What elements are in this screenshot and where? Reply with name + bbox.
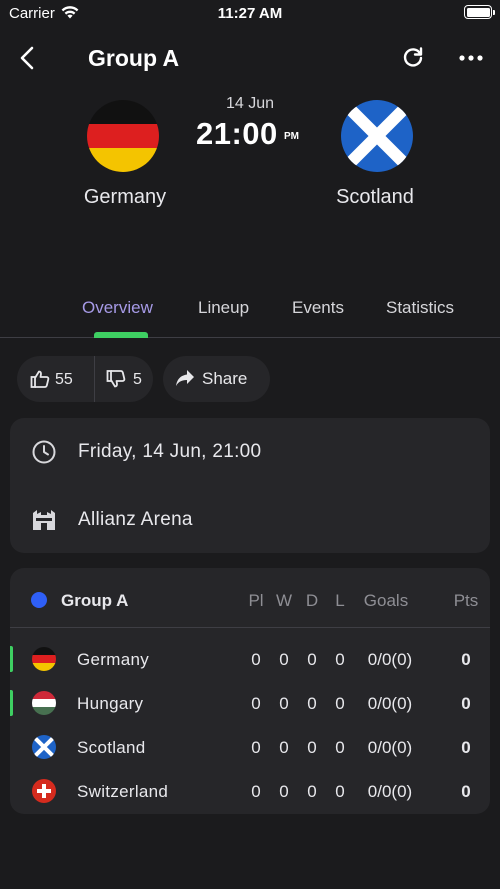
table-row[interactable]: Hungary 0 0 0 0 0/0(0) 0: [10, 683, 490, 727]
scotland-flag-icon: [32, 735, 56, 759]
drawn-value: 0: [307, 694, 317, 713]
points-value: 0: [461, 782, 471, 801]
page-title: Group A: [88, 45, 180, 71]
team-name: Germany: [77, 650, 150, 669]
qualification-marker: [10, 646, 13, 672]
group-label: Group A: [61, 591, 129, 610]
home-team-name[interactable]: Germany: [45, 186, 205, 209]
won-value: 0: [279, 782, 289, 801]
refresh-button[interactable]: [400, 45, 426, 71]
goals-value: 0/0(0): [367, 650, 413, 669]
back-button[interactable]: [14, 44, 42, 72]
refresh-icon: [403, 47, 423, 67]
group-color-dot: [31, 592, 47, 608]
share-button[interactable]: Share: [163, 356, 270, 402]
lost-value: 0: [335, 782, 345, 801]
share-label: Share: [202, 369, 248, 388]
played-value: 0: [251, 782, 261, 801]
qualification-marker: [10, 690, 13, 716]
played-value: 0: [251, 650, 261, 669]
clock: 11:27 AM: [217, 5, 283, 22]
won-value: 0: [279, 694, 289, 713]
tab-bar: Overview Lineup Events Statistics: [0, 290, 500, 338]
goals-value: 0/0(0): [367, 694, 413, 713]
points-value: 0: [461, 694, 471, 713]
hungary-flag-icon: [32, 691, 56, 715]
drawn-value: 0: [307, 650, 317, 669]
column-played: Pl: [248, 591, 264, 610]
venue-name: Allianz Arena: [78, 509, 193, 530]
team-name: Hungary: [77, 694, 144, 713]
played-value: 0: [251, 738, 261, 757]
tab-indicator: [94, 332, 148, 338]
chevron-left-icon: [20, 46, 34, 70]
standings-table: Group A Pl W D L Goals Pts Germany 0 0 0…: [10, 568, 490, 814]
tab-lineup[interactable]: Lineup: [198, 298, 249, 318]
germany-flag-icon: [32, 647, 56, 671]
tab-overview[interactable]: Overview: [82, 298, 153, 318]
lost-value: 0: [335, 650, 345, 669]
won-value: 0: [279, 650, 289, 669]
table-row[interactable]: Scotland 0 0 0 0 0/0(0) 0: [10, 727, 490, 771]
match-datetime-row: Friday, 14 Jun, 21:00: [10, 427, 490, 477]
lost-value: 0: [335, 694, 345, 713]
more-dots-icon: [459, 55, 483, 61]
column-points: Pts: [453, 591, 479, 610]
drawn-value: 0: [307, 782, 317, 801]
clock-icon: [31, 439, 57, 465]
match-time: 21:00: [196, 116, 278, 151]
tab-statistics[interactable]: Statistics: [386, 298, 454, 318]
match-date: 14 Jun: [225, 95, 275, 112]
table-row[interactable]: Germany 0 0 0 0 0/0(0) 0: [10, 639, 490, 683]
match-ampm: PM: [284, 131, 299, 142]
column-lost: L: [335, 591, 345, 610]
germany-flag-icon[interactable]: [87, 100, 159, 172]
lost-value: 0: [335, 738, 345, 757]
battery-icon: [464, 5, 495, 19]
won-value: 0: [279, 738, 289, 757]
match-info-card: Friday, 14 Jun, 21:00 Allianz Arena: [10, 418, 490, 553]
goals-value: 0/0(0): [367, 782, 413, 801]
switzerland-flag-icon: [32, 779, 56, 803]
away-team-name[interactable]: Scotland: [295, 186, 455, 209]
points-value: 0: [461, 738, 471, 757]
played-value: 0: [251, 694, 261, 713]
share-arrow-icon: [176, 370, 194, 386]
goals-value: 0/0(0): [367, 738, 413, 757]
team-name: Switzerland: [77, 782, 169, 801]
stadium-icon: [31, 507, 57, 533]
column-drawn: D: [305, 591, 319, 610]
more-button[interactable]: [456, 45, 486, 71]
table-header: Group A Pl W D L Goals Pts: [10, 568, 490, 628]
thumbs-down-icon: [106, 370, 126, 388]
drawn-value: 0: [307, 738, 317, 757]
like-count: 55: [55, 371, 73, 388]
scotland-flag-icon[interactable]: [341, 100, 413, 172]
tab-events[interactable]: Events: [292, 298, 344, 318]
table-row[interactable]: Switzerland 0 0 0 0 0/0(0) 0: [10, 771, 490, 815]
column-goals: Goals: [363, 591, 409, 610]
match-datetime: Friday, 14 Jun, 21:00: [78, 441, 262, 462]
status-bar: Carrier 11:27 AM: [0, 0, 500, 28]
match-header: Germany 14 Jun 21:00 PM Scotland: [0, 90, 500, 220]
column-won: W: [275, 591, 293, 610]
venue-row: Allianz Arena: [10, 495, 490, 545]
points-value: 0: [461, 650, 471, 669]
vote-pill: 55 5: [17, 356, 153, 402]
dislike-count: 5: [133, 371, 142, 388]
team-name: Scotland: [77, 738, 146, 757]
thumbs-up-icon: [30, 370, 50, 388]
nav-bar: Group A: [0, 38, 500, 80]
vote-divider: [94, 356, 95, 402]
